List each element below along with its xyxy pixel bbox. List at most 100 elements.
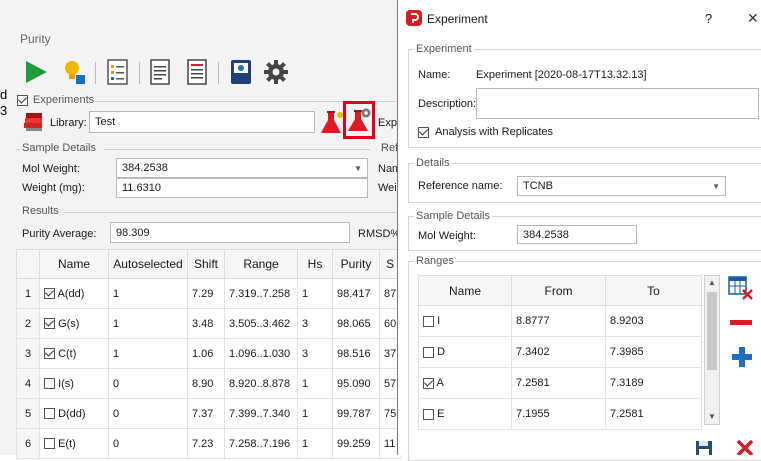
from-cell: 7.1955 [511,398,606,430]
shift-cell: 7.29 [187,278,225,309]
row-checkbox[interactable] [44,348,55,360]
purity-cell: 99.787 [332,398,380,429]
row-checkbox[interactable] [423,315,434,327]
row-checkbox[interactable] [44,438,55,450]
name-cell: G(s) [39,308,109,339]
vertical-scrollbar[interactable]: ▲ ▼ [704,275,720,425]
range-cell: 7.399..7.340 [224,398,298,429]
save-icon[interactable] [695,440,713,458]
lightbulb-icon[interactable] [60,58,88,86]
flask-new-icon[interactable] [320,110,344,139]
column-header[interactable]: Name [418,275,512,306]
experiments-checkbox[interactable] [17,94,28,106]
experiment-name-value: Experiment [2020-08-17T13.32.13] [476,69,647,81]
help-button[interactable]: ? [705,11,712,26]
scroll-down-icon[interactable]: ▼ [705,410,719,424]
peak-name: D(dd) [58,407,86,420]
scroll-up-icon[interactable]: ▲ [705,276,719,290]
row-checkbox[interactable] [423,408,434,420]
purity-average-value: 98.309 [116,226,150,239]
range-name-cell: I [418,305,512,337]
column-header[interactable]: To [605,275,702,306]
weight-partial-label: Wei [378,182,397,194]
table-row[interactable]: E 7.1955 7.2581 [418,398,702,430]
table-row[interactable]: A 7.2581 7.3189 [418,367,702,399]
column-header[interactable]: Hs [297,249,333,279]
hs-cell: 1 [297,368,333,399]
column-header[interactable]: Shift [187,249,225,279]
mol-weight-label: Mol Weight: [418,230,476,242]
report-icon[interactable] [183,58,211,86]
autoselected-cell: 0 [108,368,188,399]
details-legend: Details [414,157,452,169]
purity-cell: 99.259 [332,428,380,459]
checklist-icon[interactable] [104,58,132,86]
to-cell: 7.3189 [605,367,702,399]
remove-icon[interactable] [730,320,752,325]
peak-name: E(t) [58,437,76,450]
reference-select[interactable]: TCNB ▼ [517,176,726,196]
mol-weight-select[interactable]: 384.2538 ▼ [116,158,368,178]
replicates-toggle[interactable]: Analysis with Replicates [418,126,553,138]
add-icon[interactable] [731,346,753,371]
library-input[interactable]: Test [89,111,315,133]
to-cell: 7.3985 [605,336,702,368]
purity-cell: 95.090 [332,368,380,399]
table-row[interactable]: 1 A(dd) 1 7.29 7.319..7.258 1 98.417 87 [16,278,402,309]
replicates-checkbox[interactable] [418,126,429,138]
gear-icon[interactable] [262,58,290,86]
table-row[interactable]: 4 I(s) 0 8.90 8.920..8.878 1 95.090 57 [16,368,402,399]
table-row[interactable]: 3 C(t) 1 1.06 1.096..1.030 3 98.516 37 [16,338,402,369]
table-row[interactable]: 6 E(t) 0 7.23 7.258..7.196 1 99.259 11 [16,428,402,459]
document-icon[interactable] [146,58,174,86]
scrollbar-thumb[interactable] [707,292,717,370]
column-header[interactable]: Name [39,249,109,279]
table-delete-icon[interactable] [728,275,754,304]
row-checkbox[interactable] [44,378,55,390]
row-number-header [16,249,40,279]
table-row[interactable]: I 8.8777 8.9203 [418,305,702,337]
range-cell: 7.319..7.258 [224,278,298,309]
weight-input[interactable]: 11.6310 [116,178,368,198]
experiments-toggle[interactable]: Experiments [17,94,94,106]
close-red-icon[interactable] [736,439,754,458]
row-number: 4 [16,368,40,399]
range-name-cell: D [418,336,512,368]
autoselected-cell: 1 [108,338,188,369]
name-cell: D(dd) [39,398,109,429]
group-border [64,212,402,213]
peak-name: G(s) [58,317,80,330]
row-number: 5 [16,398,40,429]
hs-cell: 3 [297,338,333,369]
row-checkbox[interactable] [44,318,55,330]
range-name-cell: A [418,367,512,399]
peak-name: A(dd) [57,287,85,300]
column-header[interactable]: Purity [332,249,380,279]
row-checkbox[interactable] [423,346,434,358]
table-row[interactable]: 5 D(dd) 0 7.37 7.399..7.340 1 99.787 75 [16,398,402,429]
row-number: 1 [16,278,40,309]
description-input[interactable] [476,88,759,119]
row-checkbox[interactable] [423,377,434,389]
play-icon[interactable] [22,58,50,86]
autoselected-cell: 1 [108,308,188,339]
row-number: 3 [16,338,40,369]
book-icon[interactable] [227,58,255,86]
to-cell: 7.2581 [605,398,702,430]
mol-weight-input[interactable]: 384.2538 [517,225,637,244]
row-checkbox[interactable] [44,408,55,420]
hs-cell: 1 [297,398,333,429]
row-checkbox[interactable] [44,288,55,300]
replicates-label: Analysis with Replicates [435,126,553,138]
column-header[interactable]: Autoselected [108,249,188,279]
window-title: Purity [20,32,51,46]
table-row[interactable]: D 7.3402 7.3985 [418,336,702,368]
from-cell: 7.3402 [511,336,606,368]
close-button[interactable]: ✕ [747,10,759,27]
column-header[interactable]: From [511,275,606,306]
flask-settings-icon[interactable] [348,107,372,136]
name-cell: I(s) [39,368,109,399]
name-cell: A(dd) [39,278,109,309]
column-header[interactable]: Range [224,249,298,279]
table-row[interactable]: 2 G(s) 1 3.48 3.505..3.462 3 98.065 60 [16,308,402,339]
